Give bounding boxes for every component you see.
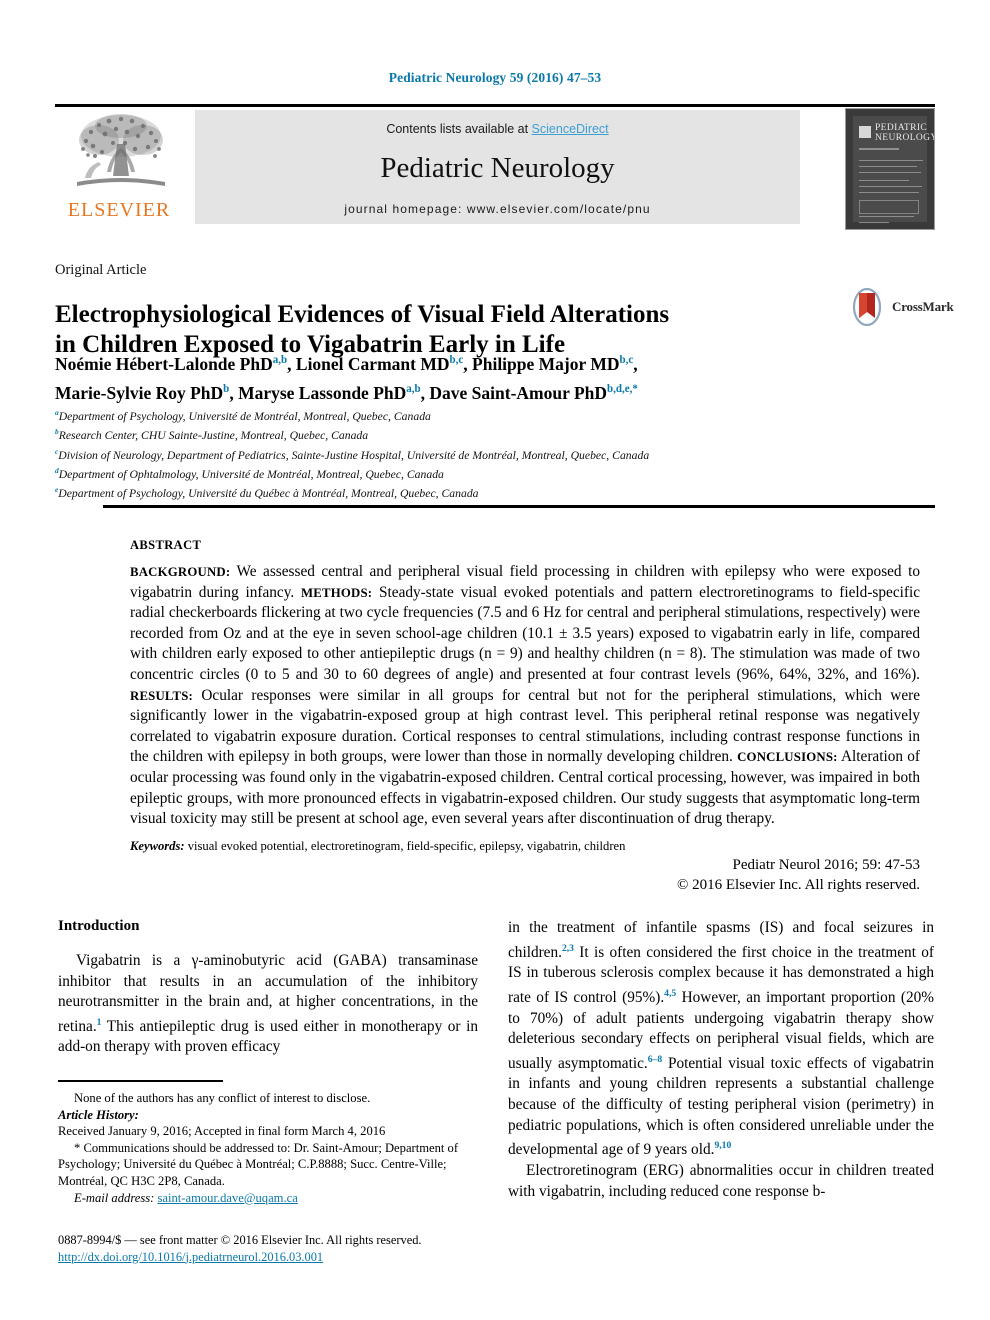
email-link[interactable]: saint-amour.dave@uqam.ca xyxy=(158,1191,298,1205)
article-history-label: Article History: xyxy=(58,1107,139,1122)
article-history-text: Received January 9, 2016; Accepted in fi… xyxy=(58,1124,386,1139)
crossmark-badge[interactable]: CrossMark xyxy=(848,288,954,328)
correspondence-note: * Communications should be addressed to:… xyxy=(58,1140,459,1188)
affiliation-text: Research Center, CHU Sainte-Justine, Mon… xyxy=(58,429,369,443)
affiliation-item: aDepartment of Psychology, Université de… xyxy=(55,405,875,424)
body-column-left: Introduction Vigabatrin is a γ-aminobuty… xyxy=(58,918,478,1058)
affiliation-item: cDivision of Neurology, Department of Pe… xyxy=(55,444,875,463)
email-label: E-mail address: xyxy=(74,1190,155,1205)
paragraph-text-cont: This antiepileptic drug is used either i… xyxy=(58,1017,478,1056)
cover-decor-rule xyxy=(859,180,909,181)
article-title-line1: Electrophysiological Evidences of Visual… xyxy=(55,300,670,328)
paragraph-text: Electroretinogram (ERG) abnormalities oc… xyxy=(508,1161,934,1200)
cover-decor-bar xyxy=(859,148,899,150)
paragraph-intro-right-1: in the treatment of infantile spasms (IS… xyxy=(508,918,934,1161)
cover-title: PEDIATRIC NEUROLOGY xyxy=(875,123,935,143)
cover-decor-rule xyxy=(859,222,889,223)
affiliation-text: Department of Psychology, Université de … xyxy=(58,409,431,423)
affiliation-text: Department of Ophtalmology, Université d… xyxy=(58,467,444,481)
abstract-background-label: BACKGROUND: xyxy=(130,565,231,579)
abstract-top-rule xyxy=(103,505,935,508)
affiliation-item: dDepartment of Ophtalmology, Université … xyxy=(55,463,875,482)
crossmark-icon xyxy=(852,288,882,326)
cover-logo-icon xyxy=(859,126,871,138)
body-column-right: in the treatment of infantile spasms (IS… xyxy=(508,918,934,1202)
article-type: Original Article xyxy=(55,262,147,278)
affiliation-text: Department of Psychology, Université du … xyxy=(58,487,479,501)
cover-decor-rule xyxy=(859,186,922,187)
journal-homepage-line: journal homepage: www.elsevier.com/locat… xyxy=(344,202,651,216)
elsevier-tree-icon xyxy=(77,114,165,186)
contents-lists-prefix: Contents lists available at xyxy=(386,122,532,136)
cover-decor-box xyxy=(859,200,919,214)
abstract-results-label: RESULTS: xyxy=(130,688,194,703)
journal-masthead: ELSEVIER Contents lists available at Sci… xyxy=(55,104,935,230)
cover-decor-rule xyxy=(859,172,921,173)
running-head: Pediatric Neurology 59 (2016) 47–53 xyxy=(388,70,602,85)
citation-block: Pediatr Neurol 2016; 59: 47-53 © 2016 El… xyxy=(130,855,920,895)
crossmark-label: CrossMark xyxy=(892,299,954,314)
footnote-block: None of the authors has any conflict of … xyxy=(58,1090,482,1206)
journal-title: Pediatric Neurology xyxy=(380,152,615,184)
abstract-body: BACKGROUND: We assessed central and peri… xyxy=(130,562,920,830)
affiliation-item: bResearch Center, CHU Sainte-Justine, Mo… xyxy=(55,424,875,443)
masthead-top-rule xyxy=(55,104,935,107)
cover-decor-rule xyxy=(859,160,923,161)
copyright-text: © 2016 Elsevier Inc. All rights reserved… xyxy=(676,877,920,893)
journal-cover-thumbnail: PEDIATRIC NEUROLOGY xyxy=(845,108,935,230)
reference-marker[interactable]: 9,10 xyxy=(714,1140,731,1151)
cover-title-line2: NEUROLOGY xyxy=(875,133,935,143)
keywords-label: Keywords: xyxy=(130,839,185,853)
affiliation-text: Division of Neurology, Department of Ped… xyxy=(58,448,650,462)
keywords-line: Keywords: visual evoked potential, elect… xyxy=(130,838,920,855)
author-list: Noémie Hébert-Lalonde PhDa,b, Lionel Car… xyxy=(55,353,638,403)
cover-decor-rule xyxy=(859,192,919,193)
issn-copyright-block: 0887-8994/$ — see front matter © 2016 El… xyxy=(58,1232,488,1265)
cover-decor-rule xyxy=(859,216,914,217)
footnote-separator xyxy=(58,1080,223,1082)
citation-text: Pediatr Neurol 2016; 59: 47-53 xyxy=(732,857,920,873)
issn-line: 0887-8994/$ — see front matter © 2016 El… xyxy=(58,1233,422,1247)
keywords-text: visual evoked potential, electroretinogr… xyxy=(184,839,626,853)
journal-banner: Contents lists available at ScienceDirec… xyxy=(195,110,800,224)
affiliation-item: eDepartment of Psychology, Université du… xyxy=(55,482,875,501)
abstract-heading: ABSTRACT xyxy=(130,538,202,552)
abstract-methods-label: METHODS: xyxy=(300,585,373,600)
email-line: E-mail address: saint-amour.dave@uqam.ca xyxy=(58,1190,482,1207)
elsevier-wordmark: ELSEVIER xyxy=(67,199,171,221)
cover-title-line1: PEDIATRIC xyxy=(875,123,928,133)
cover-inner-panel: PEDIATRIC NEUROLOGY xyxy=(853,116,934,223)
paragraph-intro-right-2: Electroretinogram (ERG) abnormalities oc… xyxy=(508,1161,934,1202)
reference-marker[interactable]: 4,5 xyxy=(664,988,676,999)
paragraph-intro-left: Vigabatrin is a γ-aminobutyric acid (GAB… xyxy=(58,951,478,1058)
affiliation-list: aDepartment of Psychology, Université de… xyxy=(55,405,875,501)
section-heading-introduction: Introduction xyxy=(58,918,140,934)
contents-lists-line: Contents lists available at ScienceDirec… xyxy=(195,122,800,136)
sciencedirect-link[interactable]: ScienceDirect xyxy=(532,122,609,136)
reference-marker[interactable]: 2,3 xyxy=(562,943,574,954)
doi-link[interactable]: http://dx.doi.org/10.1016/j.pediatrneuro… xyxy=(58,1250,323,1264)
elsevier-logo: ELSEVIER xyxy=(55,110,183,222)
reference-marker[interactable]: 6–8 xyxy=(648,1054,662,1065)
abstract-conclusions-label: CONCLUSIONS: xyxy=(737,750,838,765)
cover-decor-rule xyxy=(859,166,917,167)
conflict-statement: None of the authors has any conflict of … xyxy=(74,1091,371,1105)
